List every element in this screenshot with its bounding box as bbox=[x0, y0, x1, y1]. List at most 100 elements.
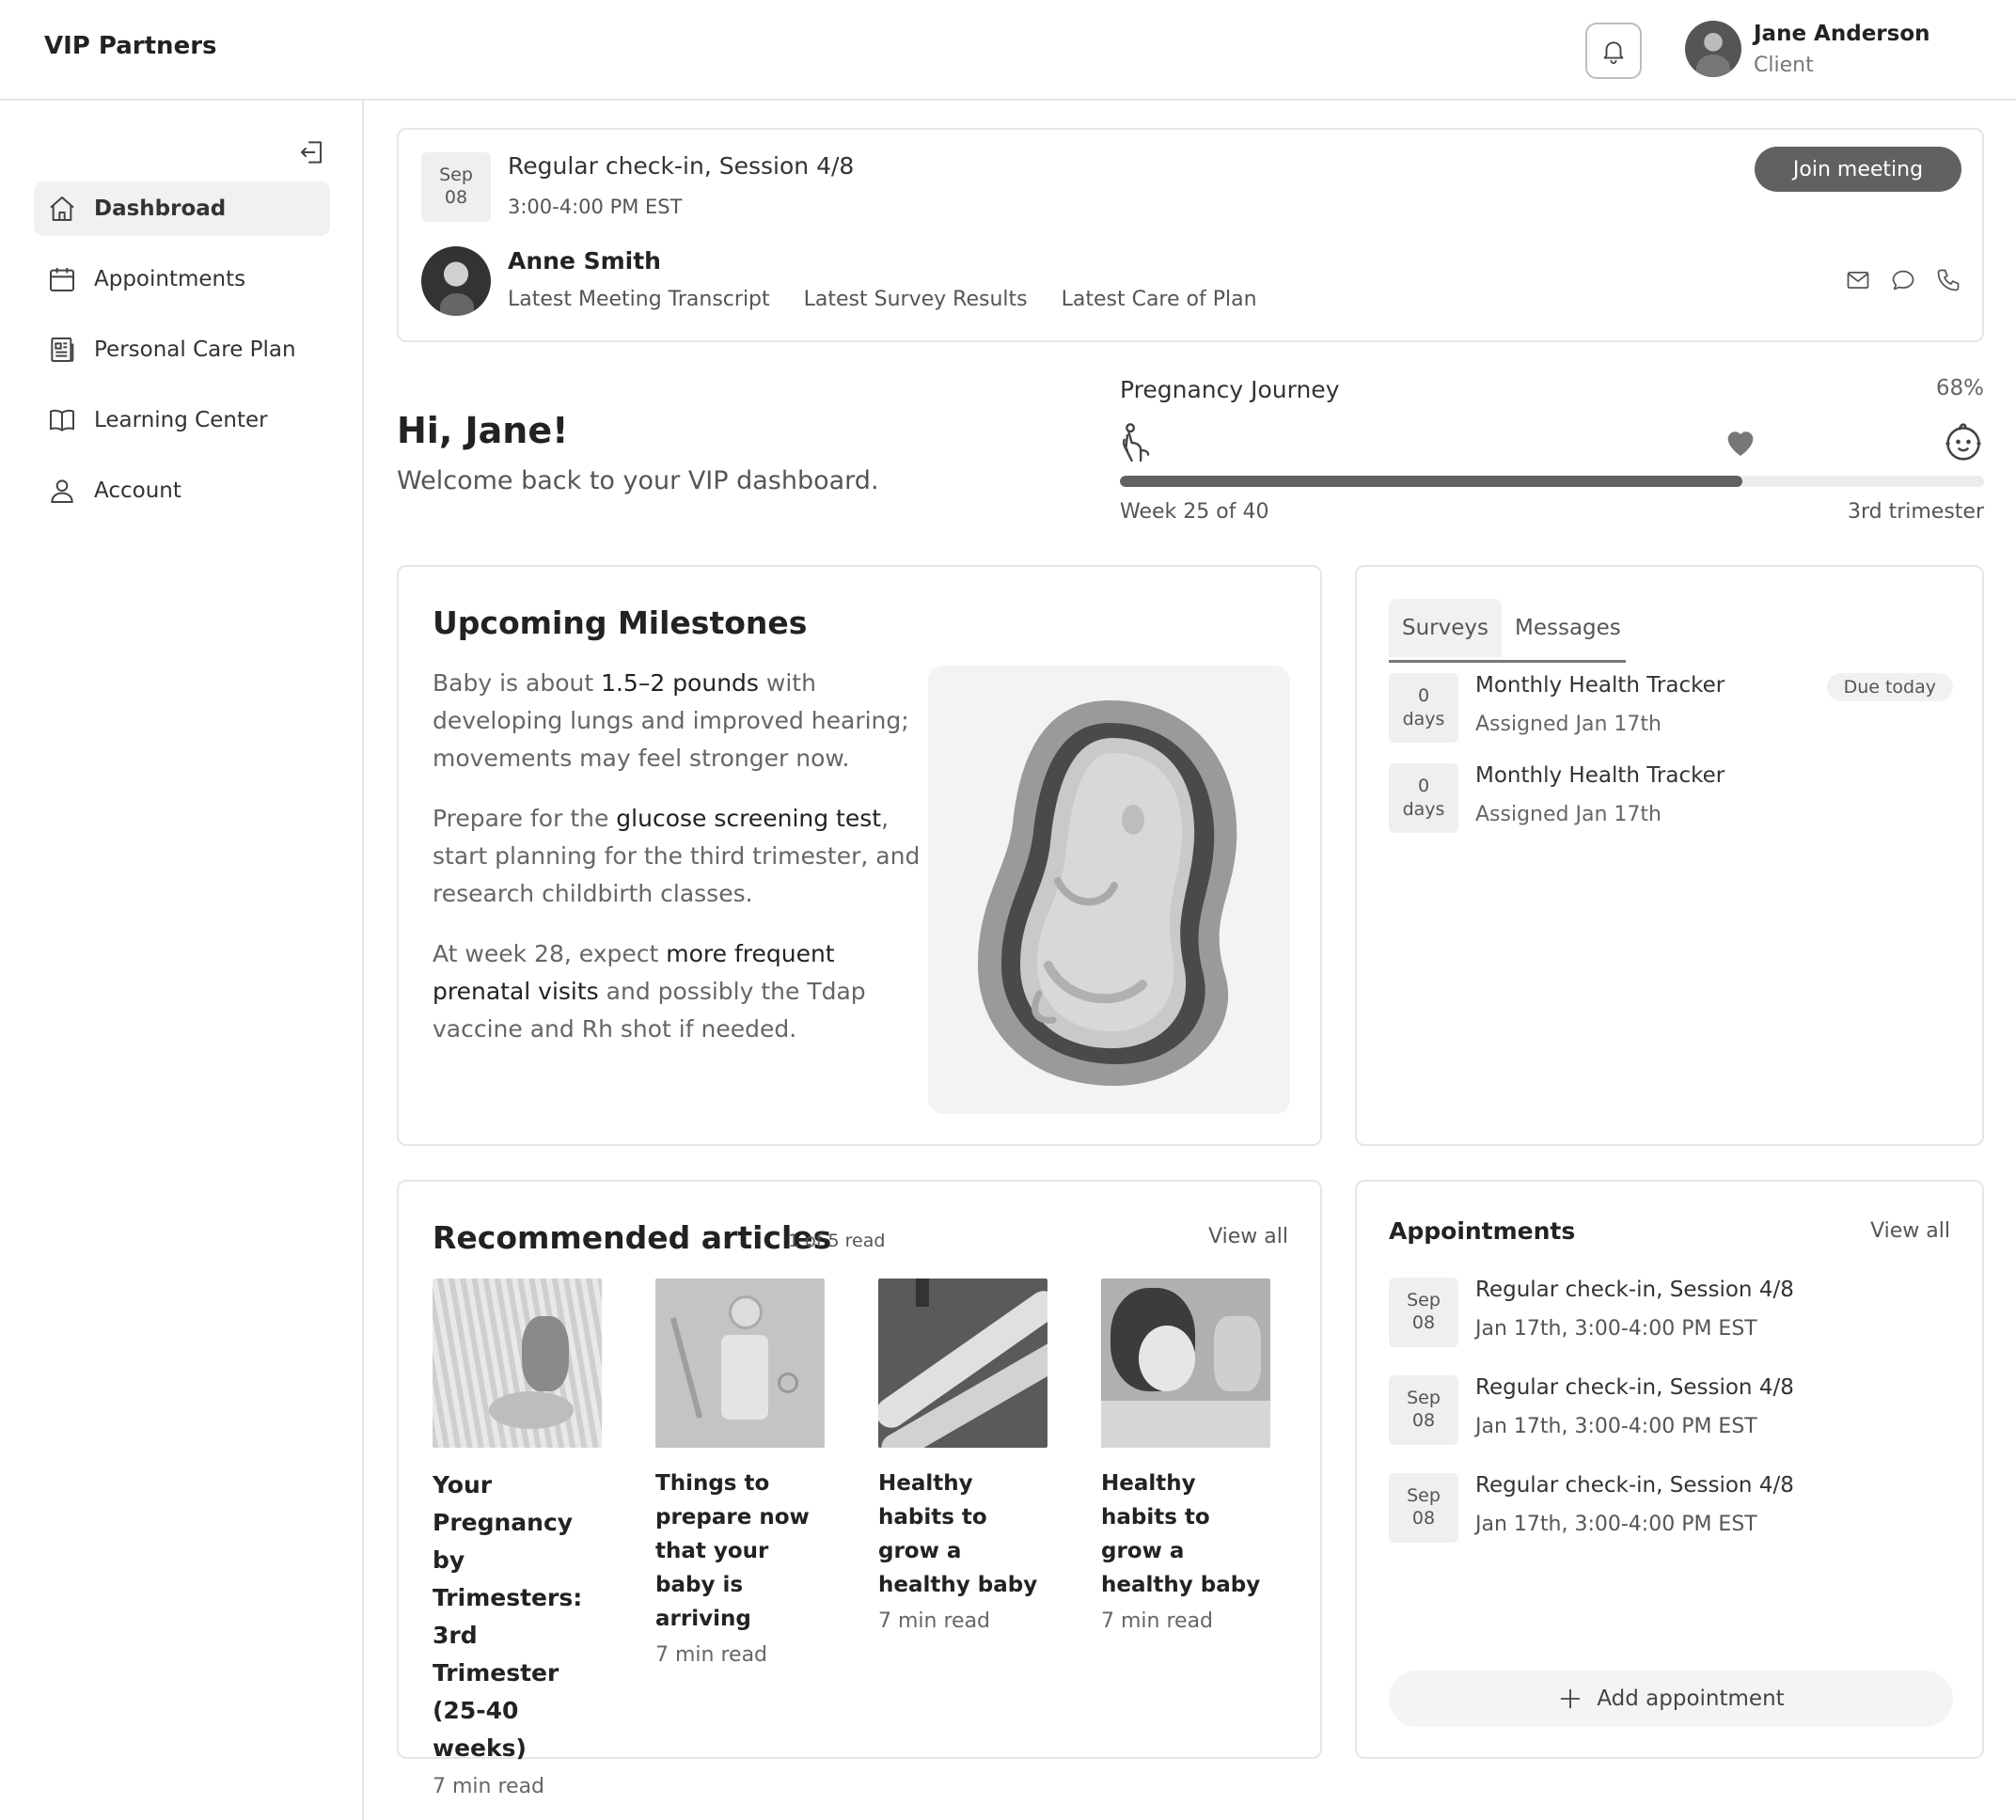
date-month: Sep bbox=[439, 165, 473, 186]
user-role: Client bbox=[1754, 53, 1814, 77]
meeting-links: Latest Meeting Transcript Latest Survey … bbox=[508, 288, 1257, 311]
sidebar-item-learning-center[interactable]: Learning Center bbox=[34, 393, 330, 447]
fetus-illustration bbox=[928, 666, 1290, 1114]
days-badge: 0 days bbox=[1389, 673, 1458, 743]
sidebar-item-personal-care-plan[interactable]: Personal Care Plan bbox=[34, 322, 330, 377]
date-day: 08 bbox=[444, 187, 468, 208]
article-read-time: 7 min read bbox=[655, 1643, 768, 1667]
link-survey-results[interactable]: Latest Survey Results bbox=[804, 288, 1028, 311]
sidebar-item-account[interactable]: Account bbox=[34, 463, 330, 518]
article-card[interactable]: Your Pregnancy by Trimesters: 3rd Trimes… bbox=[433, 1279, 602, 1798]
mail-icon[interactable] bbox=[1845, 267, 1871, 293]
chat-icon[interactable] bbox=[1890, 267, 1916, 293]
journey-title: Pregnancy Journey bbox=[1120, 376, 1340, 403]
days-badge: 0 days bbox=[1389, 763, 1458, 833]
appointment-title: Regular check-in, Session 4/8 bbox=[1475, 1278, 1794, 1302]
article-thumbnail bbox=[655, 1279, 825, 1448]
date-day: 08 bbox=[1411, 1508, 1436, 1529]
recommended-articles-card: Recommended articles 1 of 5 read View al… bbox=[397, 1180, 1322, 1798]
appointment-item[interactable]: Sep 08 Regular check-in, Session 4/8 Jan… bbox=[1389, 1473, 1953, 1548]
bell-icon bbox=[1603, 41, 1624, 65]
baby-icon bbox=[1945, 423, 1981, 461]
survey-name: Monthly Health Tracker bbox=[1475, 673, 1725, 698]
appointments-view-all-link[interactable]: View all bbox=[1870, 1219, 1950, 1243]
book-icon bbox=[50, 409, 74, 431]
contact-actions bbox=[1845, 267, 1961, 293]
sidebar-item-dashboard[interactable]: Dashbroad bbox=[34, 181, 330, 236]
article-thumbnail bbox=[878, 1279, 1047, 1448]
appointment-item[interactable]: Sep 08 Regular check-in, Session 4/8 Jan… bbox=[1389, 1375, 1953, 1451]
article-title: Things to prepare now that your baby is … bbox=[655, 1471, 810, 1631]
meeting-title: Regular check-in, Session 4/8 bbox=[508, 152, 855, 180]
brand-logo[interactable]: VIP Partners bbox=[44, 32, 217, 60]
milestone-paragraph: Prepare for the glucose screening test, … bbox=[433, 800, 921, 913]
user-profile[interactable]: Jane Anderson Client bbox=[1685, 21, 1930, 77]
phone-icon[interactable] bbox=[1935, 267, 1961, 293]
days-count: 0 bbox=[1417, 776, 1430, 797]
tab-bar: Surveys Messages bbox=[1389, 599, 1626, 663]
appointment-title: Regular check-in, Session 4/8 bbox=[1475, 1473, 1794, 1498]
articles-read-count: 1 of 5 read bbox=[788, 1231, 886, 1251]
sidebar-item-label: Account bbox=[94, 479, 181, 503]
highlight: 1.5–2 pounds bbox=[601, 669, 759, 697]
highlight: glucose screening test bbox=[616, 805, 882, 832]
fetus-image bbox=[977, 699, 1236, 1086]
sidebar-item-label: Dashbroad bbox=[94, 196, 227, 221]
notifications-button[interactable] bbox=[1585, 23, 1642, 79]
greeting-title: Hi, Jane! bbox=[397, 410, 569, 451]
sidebar-item-label: Appointments bbox=[94, 267, 246, 291]
collapse-sidebar-icon[interactable] bbox=[298, 136, 328, 168]
appointment-date-badge: Sep 08 bbox=[1389, 1278, 1458, 1347]
article-card[interactable]: Healthy habits to grow a healthy baby 7 … bbox=[1101, 1279, 1270, 1633]
document-icon bbox=[51, 337, 74, 362]
sidebar-item-label: Learning Center bbox=[94, 408, 268, 432]
appointment-time: Jan 17th, 3:00-4:00 PM EST bbox=[1475, 1415, 1757, 1438]
appointment-title: Regular check-in, Session 4/8 bbox=[1475, 1375, 1794, 1400]
appointments-card: Appointments View all Sep 08 Regular che… bbox=[1355, 1180, 1984, 1759]
appointment-date-badge: Sep 08 bbox=[1389, 1473, 1458, 1543]
link-care-plan[interactable]: Latest Care of Plan bbox=[1062, 288, 1257, 311]
journey-progress-fill bbox=[1120, 476, 1742, 487]
appointment-time: Jan 17th, 3:00-4:00 PM EST bbox=[1475, 1513, 1757, 1536]
date-month: Sep bbox=[1407, 1485, 1441, 1507]
article-card[interactable]: Healthy habits to grow a healthy baby 7 … bbox=[878, 1279, 1047, 1633]
article-read-time: 7 min read bbox=[878, 1609, 991, 1633]
tab-surveys[interactable]: Surveys bbox=[1389, 599, 1502, 657]
meeting-time: 3:00-4:00 PM EST bbox=[508, 196, 683, 218]
journey-week: Week 25 of 40 bbox=[1120, 500, 1269, 524]
article-card[interactable]: Things to prepare now that your baby is … bbox=[655, 1279, 825, 1667]
appointment-item[interactable]: Sep 08 Regular check-in, Session 4/8 Jan… bbox=[1389, 1278, 1953, 1353]
appointments-title: Appointments bbox=[1389, 1217, 1576, 1245]
tab-messages[interactable]: Messages bbox=[1502, 599, 1634, 657]
user-avatar bbox=[1685, 21, 1741, 77]
plus-icon bbox=[1561, 1688, 1581, 1709]
due-today-badge: Due today bbox=[1826, 673, 1953, 701]
article-thumbnail bbox=[433, 1279, 602, 1448]
date-month: Sep bbox=[1407, 1388, 1441, 1409]
days-unit: days bbox=[1402, 799, 1445, 820]
sidebar: Dashbroad Appointments Personal Care Pla… bbox=[0, 101, 364, 1820]
date-day: 08 bbox=[1411, 1312, 1436, 1333]
user-name: Jane Anderson bbox=[1754, 21, 1930, 46]
upcoming-meeting-card: Sep 08 Regular check-in, Session 4/8 3:0… bbox=[397, 128, 1984, 342]
milestones-title: Upcoming Milestones bbox=[433, 604, 808, 641]
article-read-time: 7 min read bbox=[1101, 1609, 1214, 1633]
join-meeting-button[interactable]: Join meeting bbox=[1755, 147, 1961, 192]
date-day: 08 bbox=[1411, 1410, 1436, 1431]
user-icon bbox=[51, 479, 73, 503]
survey-item[interactable]: 0 days Monthly Health Tracker Assigned J… bbox=[1389, 763, 1953, 839]
sidebar-item-appointments[interactable]: Appointments bbox=[34, 252, 330, 306]
home-icon bbox=[50, 196, 74, 221]
survey-assigned: Assigned Jan 17th bbox=[1475, 713, 1662, 736]
link-meeting-transcript[interactable]: Latest Meeting Transcript bbox=[508, 288, 770, 311]
journey-progress-bar bbox=[1120, 476, 1984, 487]
article-title: Healthy habits to grow a healthy baby bbox=[878, 1471, 1038, 1597]
days-unit: days bbox=[1402, 709, 1445, 730]
add-appointment-button[interactable]: Add appointment bbox=[1389, 1671, 1953, 1727]
article-title: Your Pregnancy by Trimesters: 3rd Trimes… bbox=[433, 1471, 583, 1762]
article-title: Healthy habits to grow a healthy baby bbox=[1101, 1471, 1261, 1597]
add-appointment-label: Add appointment bbox=[1597, 1687, 1785, 1711]
articles-view-all-link[interactable]: View all bbox=[1208, 1225, 1288, 1248]
greeting-subtitle: Welcome back to your VIP dashboard. bbox=[397, 466, 879, 495]
survey-item[interactable]: 0 days Monthly Health Tracker Assigned J… bbox=[1389, 673, 1953, 748]
